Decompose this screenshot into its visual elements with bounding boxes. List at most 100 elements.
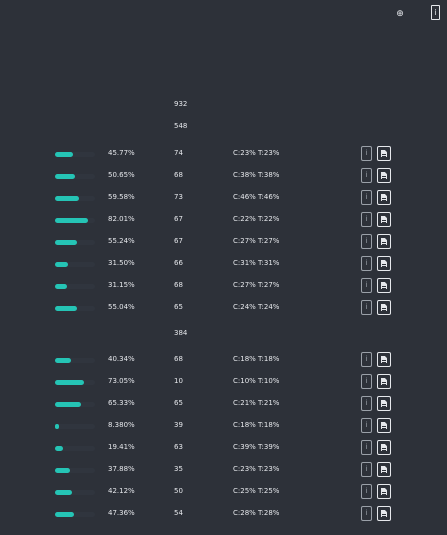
info-icon[interactable]: i bbox=[361, 146, 372, 161]
document-icon[interactable] bbox=[377, 146, 391, 161]
info-icon[interactable]: i bbox=[361, 168, 372, 183]
ct-values: C:27% T:27% bbox=[233, 237, 280, 245]
progress-bar bbox=[55, 174, 95, 179]
info-icon[interactable]: i bbox=[361, 440, 372, 455]
ct-values: C:23% T:23% bbox=[233, 465, 280, 473]
info-icon[interactable]: i bbox=[361, 352, 372, 367]
ct-values: C:10% T:10% bbox=[233, 377, 280, 385]
progress-bar bbox=[55, 512, 95, 517]
progress-bar-fill bbox=[55, 152, 73, 157]
progress-bar bbox=[55, 358, 95, 363]
table-row: 59.58% 73 C:46% T:46% i bbox=[0, 190, 447, 206]
ct-values: C:46% T:46% bbox=[233, 193, 280, 201]
ct-values: C:18% T:18% bbox=[233, 355, 280, 363]
table-row: 31.15% 68 C:27% T:27% i bbox=[0, 278, 447, 294]
table-row: 50.65% 68 C:38% T:38% i bbox=[0, 168, 447, 184]
count-value: 74 bbox=[174, 149, 183, 157]
progress-bar-fill bbox=[55, 218, 88, 223]
document-lines bbox=[382, 404, 386, 405]
progress-bar bbox=[55, 152, 95, 157]
progress-bar-fill bbox=[55, 512, 74, 517]
progress-bar bbox=[55, 262, 95, 267]
percent-value: 45.77% bbox=[108, 149, 135, 157]
progress-bar bbox=[55, 468, 95, 473]
count-value: 54 bbox=[174, 509, 183, 517]
table-row: 45.77% 74 C:23% T:23% i bbox=[0, 146, 447, 162]
percent-value: 37.88% bbox=[108, 465, 135, 473]
progress-bar bbox=[55, 446, 95, 451]
info-icon[interactable]: i bbox=[361, 484, 372, 499]
info-icon[interactable]: i bbox=[431, 5, 440, 20]
info-icon[interactable]: i bbox=[361, 506, 372, 521]
ct-values: C:23% T:23% bbox=[233, 149, 280, 157]
document-lines bbox=[382, 198, 386, 199]
document-icon[interactable] bbox=[377, 190, 391, 205]
document-icon[interactable] bbox=[377, 418, 391, 433]
document-lines bbox=[382, 308, 386, 309]
info-icon[interactable]: i bbox=[361, 374, 372, 389]
document-icon[interactable] bbox=[377, 374, 391, 389]
percent-value: 73.05% bbox=[108, 377, 135, 385]
info-icon[interactable]: i bbox=[361, 212, 372, 227]
document-icon[interactable] bbox=[377, 396, 391, 411]
progress-bar-fill bbox=[55, 174, 75, 179]
info-icon[interactable]: i bbox=[361, 418, 372, 433]
document-lines bbox=[382, 448, 386, 449]
progress-bar-fill bbox=[55, 446, 63, 451]
count-value: 67 bbox=[174, 215, 183, 223]
ct-values: C:38% T:38% bbox=[233, 171, 280, 179]
count-value: 68 bbox=[174, 355, 183, 363]
document-icon[interactable] bbox=[377, 462, 391, 477]
document-icon[interactable] bbox=[377, 168, 391, 183]
info-icon[interactable]: i bbox=[361, 190, 372, 205]
count-value: 66 bbox=[174, 259, 183, 267]
document-icon[interactable] bbox=[377, 256, 391, 271]
count-value: 50 bbox=[174, 487, 183, 495]
ct-values: C:27% T:27% bbox=[233, 281, 280, 289]
percent-value: 8.380% bbox=[108, 421, 135, 429]
crosshair-icon[interactable]: ⊕ bbox=[396, 10, 404, 19]
ct-values: C:25% T:25% bbox=[233, 487, 280, 495]
document-icon[interactable] bbox=[377, 300, 391, 315]
document-icon[interactable] bbox=[377, 484, 391, 499]
document-icon[interactable] bbox=[377, 212, 391, 227]
group-total: 548 bbox=[174, 122, 188, 130]
document-lines bbox=[382, 360, 386, 361]
document-icon[interactable] bbox=[377, 234, 391, 249]
document-icon[interactable] bbox=[377, 506, 391, 521]
info-icon[interactable]: i bbox=[361, 396, 372, 411]
info-icon[interactable]: i bbox=[361, 462, 372, 477]
table-row: 42.12% 50 C:25% T:25% i bbox=[0, 484, 447, 500]
progress-bar bbox=[55, 218, 95, 223]
percent-value: 82.01% bbox=[108, 215, 135, 223]
progress-bar-fill bbox=[55, 240, 77, 245]
document-icon[interactable] bbox=[377, 278, 391, 293]
count-value: 63 bbox=[174, 443, 183, 451]
percent-value: 19.41% bbox=[108, 443, 135, 451]
table-row: 55.24% 67 C:27% T:27% i bbox=[0, 234, 447, 250]
overall-total: 932 bbox=[174, 100, 188, 108]
percent-value: 50.65% bbox=[108, 171, 135, 179]
document-lines bbox=[382, 220, 386, 221]
document-lines bbox=[382, 426, 386, 427]
table-row: 31.50% 66 C:31% T:31% i bbox=[0, 256, 447, 272]
count-value: 73 bbox=[174, 193, 183, 201]
percent-value: 65.33% bbox=[108, 399, 135, 407]
info-icon[interactable]: i bbox=[361, 300, 372, 315]
progress-bar bbox=[55, 284, 95, 289]
progress-bar-fill bbox=[55, 196, 79, 201]
progress-bar-fill bbox=[55, 306, 77, 311]
document-icon[interactable] bbox=[377, 440, 391, 455]
document-lines bbox=[382, 382, 386, 383]
ct-values: C:31% T:31% bbox=[233, 259, 280, 267]
info-icon[interactable]: i bbox=[361, 278, 372, 293]
document-lines bbox=[382, 242, 386, 243]
progress-bar bbox=[55, 196, 95, 201]
table-row: 19.41% 63 C:39% T:39% i bbox=[0, 440, 447, 456]
document-icon[interactable] bbox=[377, 352, 391, 367]
info-icon[interactable]: i bbox=[361, 256, 372, 271]
info-icon[interactable]: i bbox=[361, 234, 372, 249]
percent-value: 31.50% bbox=[108, 259, 135, 267]
table-row: 47.36% 54 C:28% T:28% i bbox=[0, 506, 447, 522]
table-row: 82.01% 67 C:22% T:22% i bbox=[0, 212, 447, 228]
